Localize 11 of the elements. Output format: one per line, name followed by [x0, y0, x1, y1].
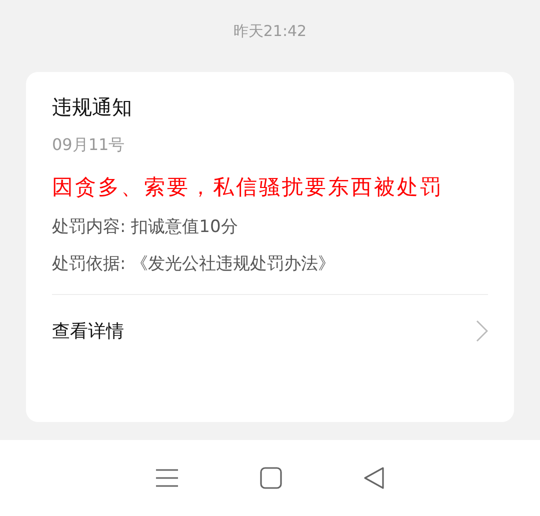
back-icon[interactable]: [362, 467, 385, 489]
home-icon[interactable]: [260, 467, 282, 489]
violation-reason: 因贪多、索要，私信骚扰要东西被处罚: [52, 174, 444, 201]
view-details-link[interactable]: 查看详情: [52, 295, 488, 343]
notice-title: 违规通知: [52, 94, 133, 121]
menu-icon[interactable]: [155, 468, 180, 488]
penalty-detail: 处罚内容: 扣诚意值10分: [52, 216, 239, 239]
penalty-detail: 处罚依据: 《发光公社违规处罚办法》: [52, 253, 336, 276]
chevron-right-icon: [476, 320, 488, 342]
notification-time: 昨天21:42: [232, 21, 308, 42]
notice-date: 09月11号: [52, 135, 126, 156]
